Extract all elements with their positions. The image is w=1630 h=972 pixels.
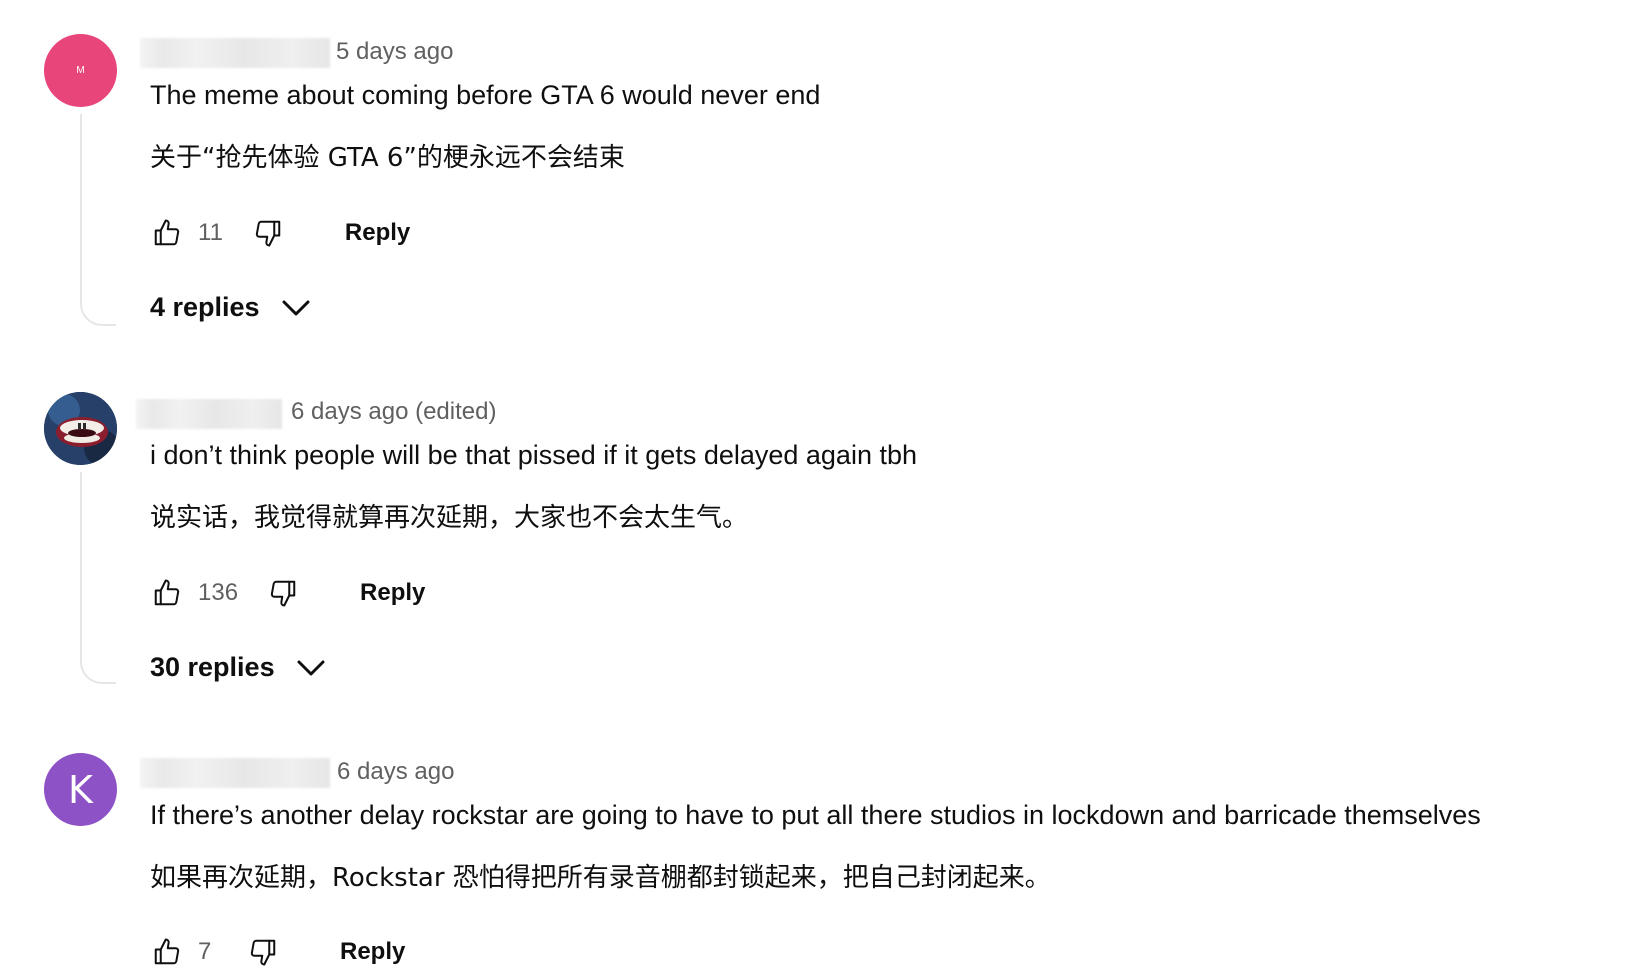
avatar[interactable]	[44, 392, 117, 465]
thumbs-down-icon[interactable]	[266, 576, 300, 610]
chevron-down-icon	[295, 658, 327, 678]
comment-actions: 136 Reply	[150, 573, 425, 613]
comment-timestamp: 6 days ago	[337, 758, 455, 785]
thumbs-up-icon[interactable]	[150, 576, 184, 610]
reply-button[interactable]: Reply	[340, 938, 405, 966]
avatar[interactable]: K	[44, 753, 117, 826]
like-count: 136	[198, 579, 239, 606]
username-redacted	[136, 399, 282, 429]
comment-translation: 关于“抢先体验 GTA 6”的梗永远不会结束	[150, 143, 625, 173]
avatar-letter: M	[76, 65, 85, 76]
thumbs-down-icon[interactable]	[246, 935, 280, 969]
avatar-image	[44, 392, 117, 465]
username-redacted	[140, 758, 330, 788]
comment-text: i don’t think people will be that pissed…	[150, 440, 917, 470]
replies-count-label: 30 replies	[150, 652, 275, 682]
replies-count-label: 4 replies	[150, 292, 260, 322]
comment-actions: 7 Reply	[150, 932, 405, 972]
comment-timestamp: 5 days ago	[336, 38, 454, 65]
comment-actions: 11 Reply	[150, 213, 410, 253]
like-count: 7	[198, 938, 212, 965]
comment-translation: 说实话，我觉得就算再次延期，大家也不会太生气。	[150, 503, 749, 533]
thumbs-down-icon[interactable]	[251, 216, 285, 250]
thread-line	[80, 472, 116, 684]
comment-translation: 如果再次延期，Rockstar 恐怕得把所有录音棚都封锁起来，把自己封闭起来。	[150, 863, 1051, 893]
reply-button[interactable]: Reply	[345, 219, 410, 247]
username-redacted	[140, 38, 330, 68]
like-count: 11	[198, 219, 223, 246]
view-replies-button[interactable]: 30 replies	[150, 652, 327, 683]
avatar[interactable]: M	[44, 34, 117, 107]
comment-text: The meme about coming before GTA 6 would…	[150, 80, 821, 110]
view-replies-button[interactable]: 4 replies	[150, 292, 312, 323]
reply-button[interactable]: Reply	[360, 579, 425, 607]
thumbs-up-icon[interactable]	[150, 935, 184, 969]
thumbs-up-icon[interactable]	[150, 216, 184, 250]
avatar-letter: K	[68, 767, 93, 812]
comment-text: If there’s another delay rockstar are go…	[150, 800, 1481, 830]
comment-timestamp: 6 days ago (edited)	[291, 398, 497, 425]
thread-line	[80, 114, 116, 326]
chevron-down-icon	[280, 298, 312, 318]
